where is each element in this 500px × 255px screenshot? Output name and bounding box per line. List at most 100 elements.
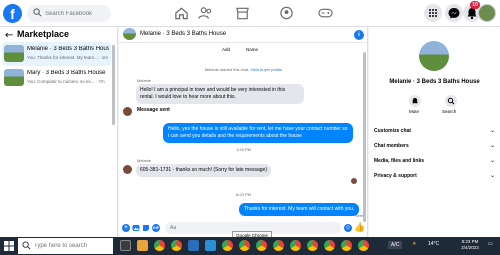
- search-chat-button[interactable]: [445, 95, 457, 107]
- message-status: Message sent: [137, 107, 170, 113]
- sidebar-title: Marketplace: [17, 29, 70, 39]
- windows-start-icon[interactable]: [4, 241, 14, 251]
- timestamp: 8:23 PM: [236, 192, 251, 197]
- timestamp: 1:29 PM: [236, 147, 251, 152]
- account-avatar[interactable]: [478, 4, 496, 22]
- sender-name: Melanie: [137, 158, 152, 163]
- chrome-icon[interactable]: [273, 240, 284, 251]
- search-input[interactable]: [45, 5, 109, 22]
- add-action[interactable]: Add: [222, 47, 230, 52]
- chrome-icon[interactable]: [341, 240, 352, 251]
- system-text: Melanie started this chat.: [204, 67, 250, 72]
- word-icon[interactable]: [188, 240, 199, 251]
- listing-thumbnail: [4, 45, 24, 62]
- back-arrow-icon[interactable]: ←: [5, 30, 13, 41]
- chrome-icon[interactable]: [222, 240, 233, 251]
- chat-header: Melanie · 3 Beds 3 Baths House i: [119, 27, 368, 43]
- search-label: Search: [442, 109, 457, 114]
- sender-avatar: [123, 165, 132, 174]
- emoji-icon[interactable]: ☺: [344, 224, 352, 232]
- chevron-down-icon: ⌄: [489, 127, 495, 134]
- chrome-icon[interactable]: [324, 240, 335, 251]
- section-label: Media, files and links: [374, 158, 425, 164]
- customize-chat-item[interactable]: Customize chat ⌄: [374, 127, 495, 134]
- sticker-icon[interactable]: [142, 224, 150, 232]
- chevron-down-icon: ⌄: [489, 157, 495, 164]
- search-icon: [33, 8, 42, 17]
- outgoing-message: Thanks for interest. My team will contac…: [239, 203, 360, 216]
- mute-button[interactable]: [409, 95, 421, 107]
- chat-scrollbar[interactable]: [363, 52, 366, 222]
- chrome-icon[interactable]: [171, 240, 182, 251]
- groups-icon[interactable]: [279, 6, 294, 20]
- conversation-item[interactable]: Melanie · 3 Beds 3 Baths House You: Than…: [2, 42, 111, 66]
- messenger-icon: [448, 8, 460, 19]
- incoming-message: Hello! I am a principal in town and woul…: [136, 84, 304, 104]
- weather-icon[interactable]: ☀: [412, 241, 416, 247]
- messenger-button[interactable]: [445, 4, 463, 22]
- chrome-icon[interactable]: [290, 240, 301, 251]
- chat-panel: Melanie · 3 Beds 3 Baths House i Add Nam…: [119, 27, 368, 237]
- vscode-icon[interactable]: [205, 240, 216, 251]
- chrome-icon[interactable]: [154, 240, 165, 251]
- conversation-item[interactable]: Mary · 3 Beds 3 Baths House You: Compart…: [2, 66, 111, 90]
- mute-label: Mute: [409, 109, 420, 114]
- bell-icon: [412, 98, 418, 104]
- like-icon[interactable]: 👍: [354, 223, 365, 233]
- incoming-message: 605-381-1731 - thanks so much! (Sorry fo…: [136, 164, 272, 177]
- app-window: f 10 ← Marketplace Melanie · 3 Beds 3 Ba…: [0, 0, 500, 255]
- sidebar-scrollbar[interactable]: [112, 45, 115, 125]
- chat-details-panel: Melanie · 3 Beds 3 Baths House Mute Sear…: [369, 27, 500, 237]
- chrome-icon[interactable]: [358, 240, 369, 251]
- sender-avatar: [123, 107, 132, 116]
- view-buyer-profile-link[interactable]: View buyer profile: [250, 67, 282, 72]
- chat-members-item[interactable]: Chat members ⌄: [374, 142, 495, 149]
- outgoing-message: Hello, yes the house is still available …: [163, 123, 353, 143]
- panel-title: Melanie · 3 Beds 3 Baths House: [389, 79, 480, 85]
- input-language[interactable]: A/C: [388, 241, 403, 249]
- taskbar-search[interactable]: [18, 238, 113, 254]
- grid-menu-icon: [429, 9, 437, 17]
- system-clock[interactable]: 8:23 PM 2/4/2023: [455, 239, 485, 251]
- menu-button[interactable]: [424, 4, 442, 22]
- file-explorer-icon[interactable]: [137, 240, 148, 251]
- chrome-icon[interactable]: [239, 240, 250, 251]
- conversation-preview: You: Thanks for interest. My team... · 1…: [27, 55, 109, 60]
- gif-icon[interactable]: GIF: [152, 224, 160, 232]
- task-view-icon[interactable]: [120, 240, 131, 251]
- conversation-preview: You: Compartir tu número no es... · 7m: [27, 79, 105, 84]
- chevron-down-icon: ⌄: [489, 172, 495, 179]
- conversation-title: Mary · 3 Beds 3 Baths House: [27, 70, 106, 76]
- chrome-icon[interactable]: [256, 240, 267, 251]
- top-navbar: f 10: [0, 0, 500, 27]
- privacy-support-item[interactable]: Privacy & support ⌄: [374, 172, 495, 179]
- facebook-logo[interactable]: f: [3, 4, 22, 23]
- info-icon[interactable]: i: [354, 30, 364, 40]
- marketplace-sidebar: ← Marketplace Melanie · 3 Beds 3 Baths H…: [0, 27, 118, 237]
- chrome-icon[interactable]: [307, 240, 318, 251]
- chat-avatar[interactable]: [123, 28, 136, 40]
- name-action[interactable]: Name: [246, 47, 258, 52]
- media-files-links-item[interactable]: Media, files and links ⌄: [374, 157, 495, 164]
- system-message: Melanie started this chat. View buyer pr…: [119, 67, 368, 72]
- section-label: Chat members: [374, 143, 409, 149]
- marketplace-icon[interactable]: [235, 6, 250, 20]
- home-icon[interactable]: [174, 6, 189, 20]
- sent-status: Sent: [355, 213, 364, 218]
- sender-name: Melanie: [137, 78, 152, 83]
- weather-temp[interactable]: 14°C: [428, 241, 439, 247]
- chevron-down-icon: ⌄: [489, 142, 495, 149]
- listing-thumbnail: [4, 69, 24, 86]
- image-icon[interactable]: [132, 224, 140, 232]
- search-box[interactable]: [27, 5, 111, 22]
- taskbar-search-input[interactable]: [34, 238, 112, 254]
- gaming-icon[interactable]: [318, 6, 333, 20]
- listing-photo[interactable]: [419, 41, 449, 71]
- section-label: Privacy & support: [374, 173, 417, 179]
- notification-center-icon[interactable]: ▭: [488, 241, 493, 247]
- plus-icon[interactable]: +: [122, 224, 130, 232]
- chat-title[interactable]: Melanie · 3 Beds 3 Baths House: [140, 31, 226, 37]
- section-label: Customize chat: [374, 128, 411, 134]
- friends-icon[interactable]: [198, 6, 213, 20]
- search-icon: [22, 241, 31, 250]
